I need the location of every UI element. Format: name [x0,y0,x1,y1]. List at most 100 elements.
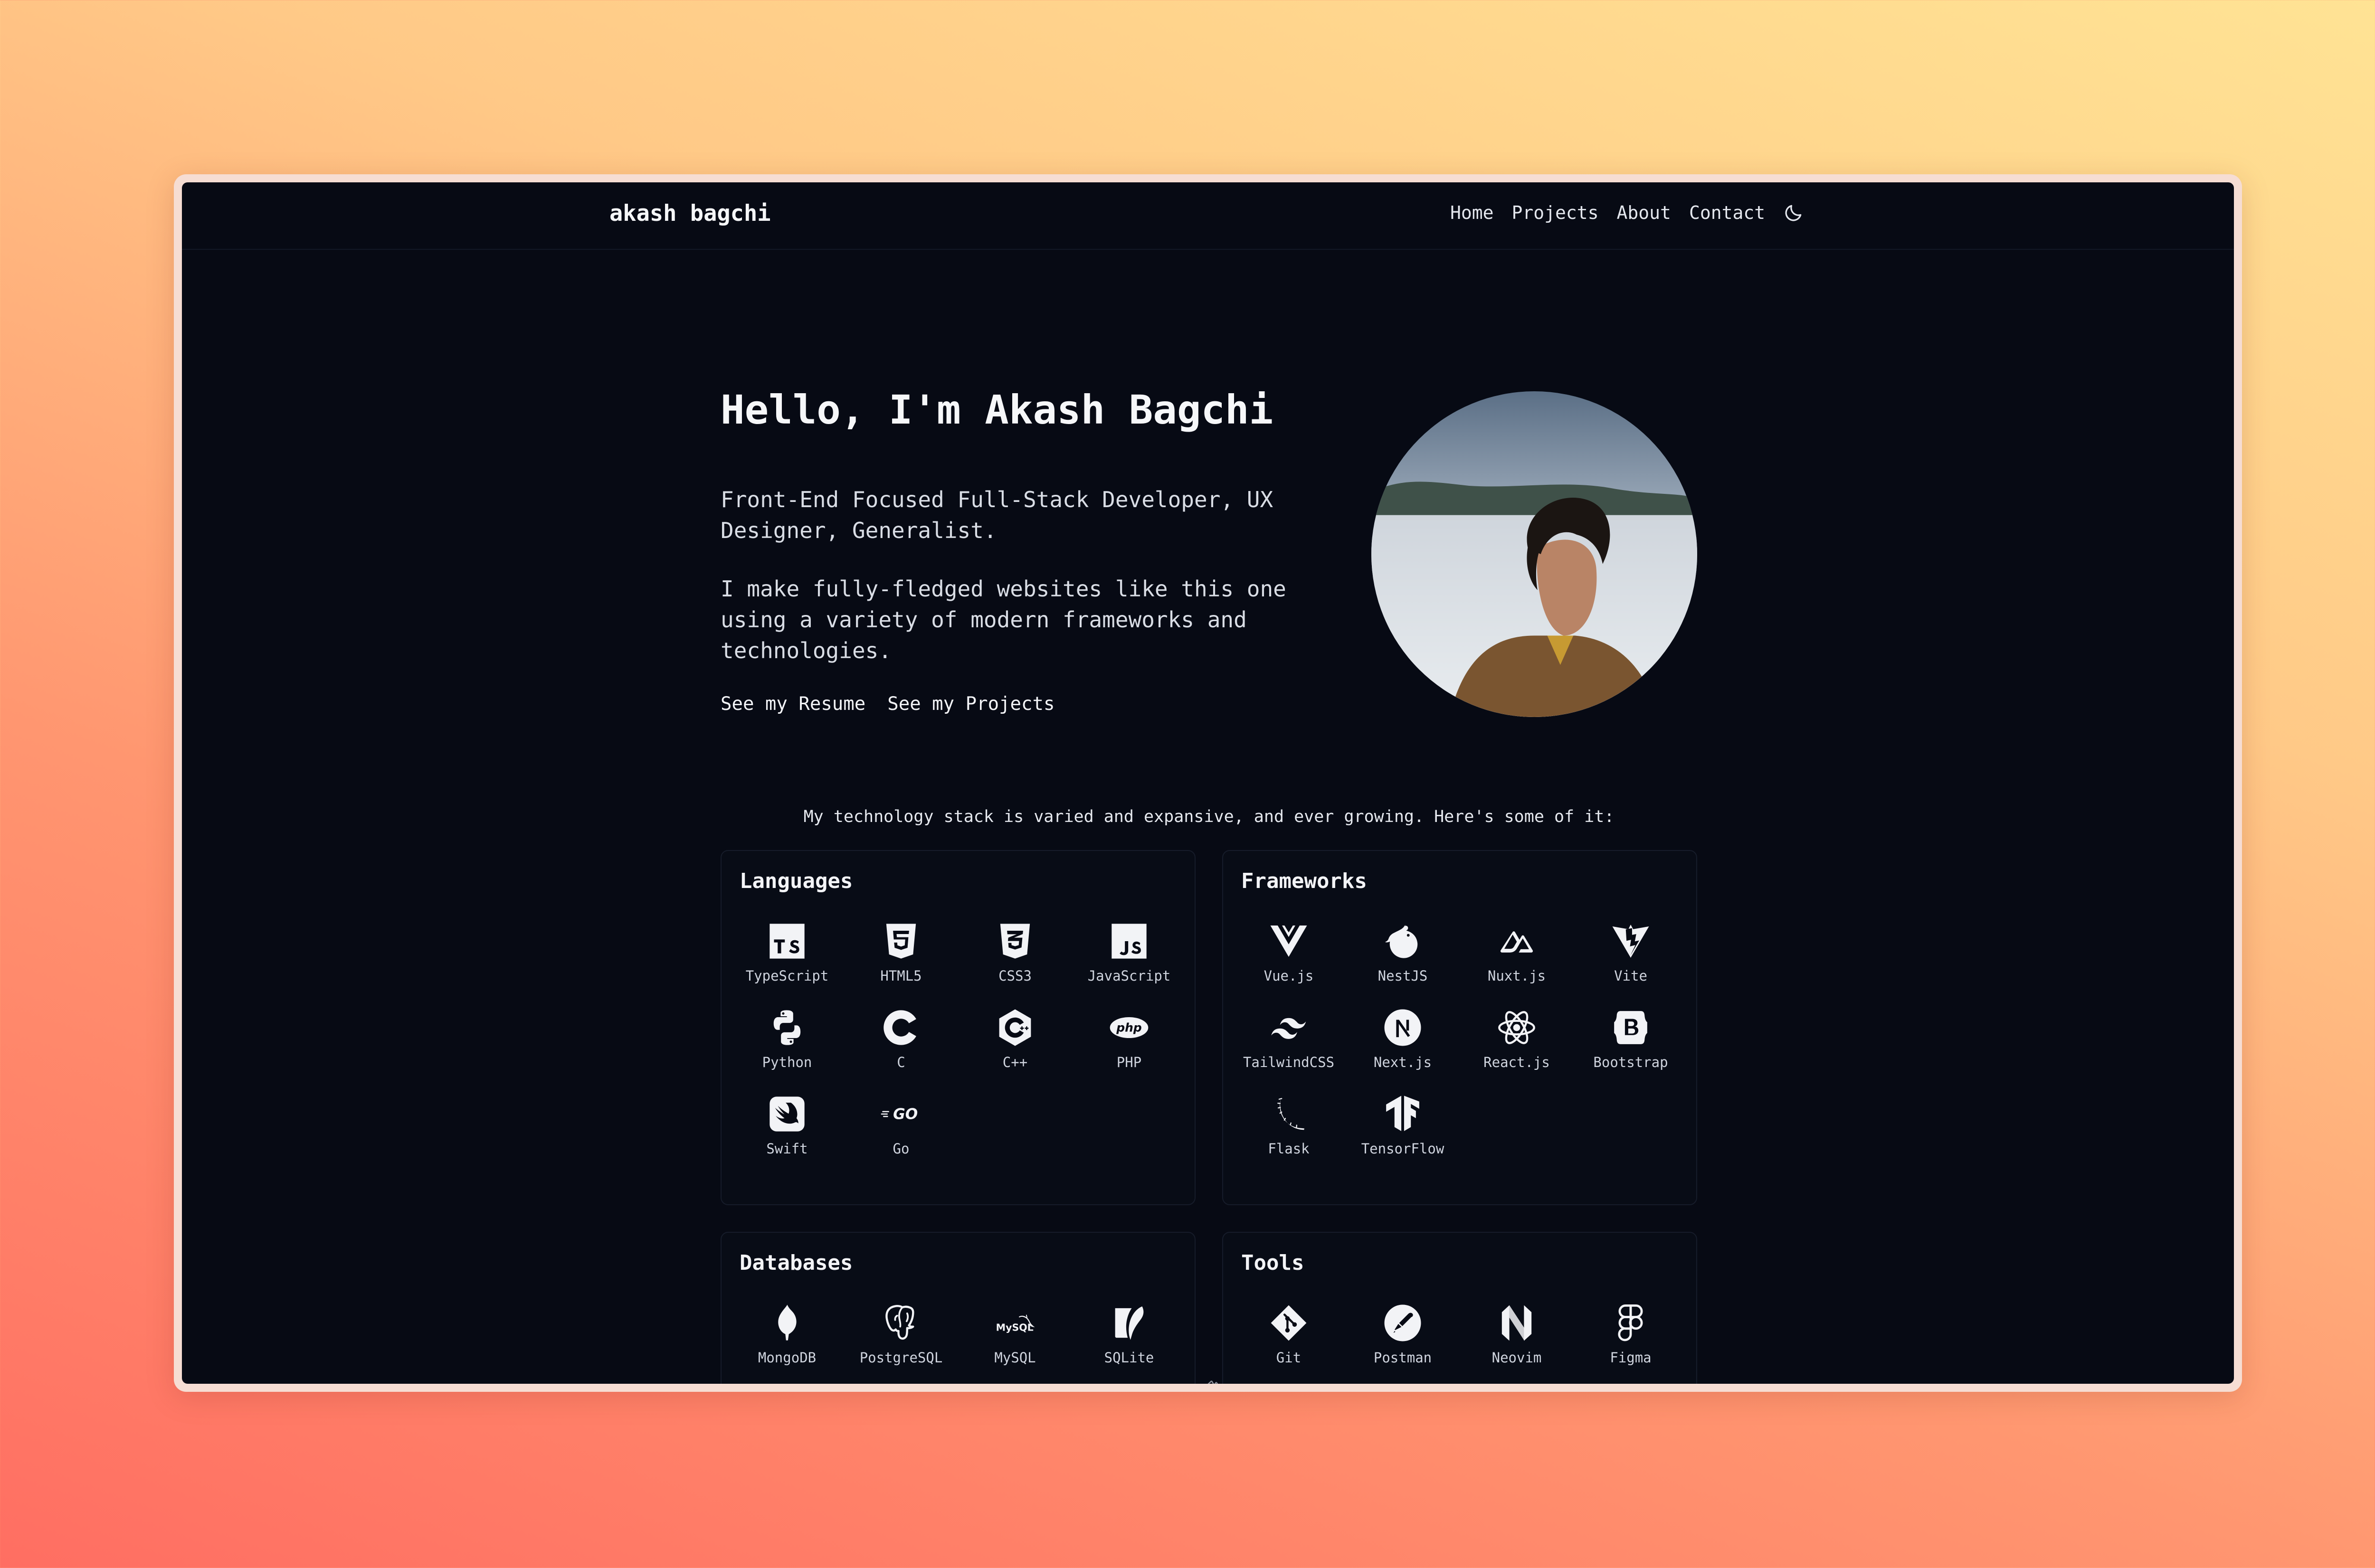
profile-photo [1371,391,1697,717]
php-icon: php [1110,1017,1149,1038]
see-projects-link[interactable]: See my Projects [887,693,1054,715]
postman-icon [1384,1304,1421,1341]
bootstrap-icon [1614,1011,1647,1044]
tech-css3: CSS3 [958,920,1072,984]
swift-icon [770,1096,805,1132]
mongodb-icon [778,1304,797,1341]
tech-label: Next.js [1373,1054,1432,1070]
main-nav: Home Projects About Contact [1450,202,1804,223]
tech-react: React.js [1460,1007,1574,1070]
tech-go: GO Go [844,1093,958,1157]
go-icon: GO [881,1105,918,1123]
nuxt-footer-logo-icon [1207,1380,1218,1384]
tech-label: NestJS [1378,968,1428,984]
see-resume-link[interactable]: See my Resume [721,693,865,715]
nav-contact-link[interactable]: Contact [1689,202,1765,223]
tech-label: PostgreSQL [859,1350,943,1366]
browser-frame: akash bagchi Home Projects About Contact… [174,174,2242,1392]
tech-label: Go [893,1141,910,1157]
mysql-icon: MySQL [996,1314,1035,1333]
tech-typescript: TypeScript [730,920,844,984]
tech-javascript: JavaScript [1072,920,1186,984]
tech-bootstrap: Bootstrap [1574,1007,1688,1070]
tech-html5: HTML5 [844,920,958,984]
svg-text:MySQL: MySQL [996,1322,1034,1333]
tech-label: Postman [1373,1350,1432,1366]
page-viewport[interactable]: akash bagchi Home Projects About Contact… [182,182,2234,1384]
brand-logo[interactable]: akash bagchi [609,200,771,227]
svg-text:GO: GO [893,1105,918,1123]
tech-neovim: Neovim [1460,1302,1574,1366]
databases-title: Databases [740,1251,853,1275]
languages-grid: TypeScript HTML5 CSS3 JavaScript Python … [722,920,1195,1157]
flask-icon [1277,1098,1304,1130]
html5-icon [886,924,916,959]
top-navbar: akash bagchi Home Projects About Contact [182,182,2234,250]
tech-nuxt: Nuxt.js [1460,920,1574,984]
postgresql-icon [885,1305,914,1340]
tech-nestjs: NestJS [1346,920,1460,984]
hero-subtitle: Front-End Focused Full-Stack Developer, … [721,487,1273,543]
sqlite-icon [1115,1306,1144,1340]
nestjs-icon [1385,925,1418,958]
databases-grid: MongoDB PostgreSQL MySQL MySQL SQLite [722,1302,1195,1366]
databases-card: Databases MongoDB PostgreSQL MySQL MySQL… [721,1232,1196,1384]
stack-intro-text: My technology stack is varied and expans… [803,807,1615,826]
tech-label: SQLite [1104,1350,1154,1366]
cplusplus-icon [999,1009,1031,1046]
tools-card: Tools Git Postman Neovim Figma [1222,1232,1697,1384]
frameworks-title: Frameworks [1241,869,1367,893]
tools-grid: Git Postman Neovim Figma [1223,1302,1696,1366]
hero-title: Hello, I'm Akash Bagchi [721,387,1273,433]
vite-icon [1612,925,1649,958]
tech-label: PHP [1116,1054,1142,1070]
tech-label: Flask [1268,1141,1310,1157]
tech-label: JavaScript [1087,968,1171,984]
tech-label: C [897,1054,905,1070]
languages-title: Languages [740,869,853,893]
tech-label: TypeScript [745,968,829,984]
tech-php: php PHP [1072,1007,1186,1070]
tech-label: Nuxt.js [1487,968,1546,984]
hero-actions: See my Resume See my Projects [721,693,1054,715]
tech-postman: Postman [1346,1302,1460,1366]
tech-mysql: MySQL MySQL [958,1302,1072,1366]
tech-label: MySQL [994,1350,1036,1366]
nav-about-link[interactable]: About [1617,202,1671,223]
languages-card: Languages TypeScript HTML5 CSS3 JavaScri… [721,850,1196,1205]
tech-mongodb: MongoDB [730,1302,844,1366]
javascript-icon [1112,924,1147,959]
tech-swift: Swift [730,1093,844,1157]
frameworks-grid: Vue.js NestJS Nuxt.js Vite TailwindCSS N… [1223,920,1696,1157]
tech-label: MongoDB [758,1350,817,1366]
tech-label: TailwindCSS [1243,1054,1335,1070]
tools-title: Tools [1241,1251,1304,1275]
tensorflow-icon [1386,1096,1419,1131]
tech-label: Figma [1610,1350,1652,1366]
figma-icon [1618,1304,1643,1341]
tech-label: Bootstrap [1593,1054,1668,1070]
nextjs-icon [1384,1009,1421,1046]
tech-label: Vite [1614,968,1647,984]
react-icon [1498,1011,1535,1044]
tech-tensorflow: TensorFlow [1346,1093,1460,1157]
tech-flask: Flask [1232,1093,1346,1157]
tech-c: C [844,1007,958,1070]
svg-text:php: php [1116,1020,1141,1034]
python-icon [773,1010,801,1045]
tech-tailwind: TailwindCSS [1232,1007,1346,1070]
nuxt-icon [1500,931,1533,953]
tech-postgresql: PostgreSQL [844,1302,958,1366]
tech-cplusplus: C++ [958,1007,1072,1070]
nav-home-link[interactable]: Home [1450,202,1494,223]
tech-git: Git [1232,1302,1346,1366]
tech-python: Python [730,1007,844,1070]
frameworks-card: Frameworks Vue.js NestJS Nuxt.js Vite Ta… [1222,850,1697,1205]
tech-label: C++ [1002,1054,1028,1070]
theme-toggle-moon-icon[interactable] [1783,202,1804,223]
typescript-icon [770,924,805,959]
nav-projects-link[interactable]: Projects [1512,202,1599,223]
tech-label: TensorFlow [1361,1141,1444,1157]
tech-label: Vue.js [1264,968,1314,984]
tech-label: Git [1276,1350,1302,1366]
